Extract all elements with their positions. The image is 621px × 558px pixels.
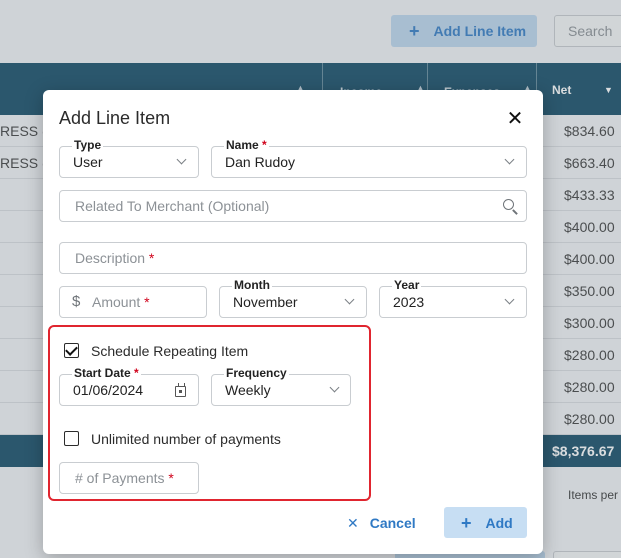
add-label: Add (485, 514, 513, 531)
name-select[interactable]: Name * Dan Rudoy (211, 138, 527, 178)
search-icon (503, 199, 514, 210)
close-icon: ✕ (347, 514, 359, 531)
merchant-search-input[interactable]: Related To Merchant (Optional) (59, 190, 527, 222)
dialog-title: Add Line Item (59, 108, 171, 128)
chevron-down-icon (504, 294, 515, 305)
cancel-button[interactable]: ✕ Cancel (339, 508, 419, 538)
month-value: November (233, 294, 298, 310)
chevron-down-icon (504, 154, 515, 165)
year-value: 2023 (393, 294, 425, 310)
chevron-down-icon (329, 382, 340, 393)
schedule-repeating-label: Schedule Repeating Item (91, 343, 249, 359)
start-date-label: Start Date * (72, 366, 141, 380)
number-of-payments-input[interactable]: # of Payments * (59, 462, 199, 494)
amount-placeholder: Amount * (92, 294, 150, 310)
unlimited-payments-label: Unlimited number of payments (91, 431, 281, 447)
add-line-item-dialog: Add Line Item ✕ Type User Name * Dan Rud… (43, 90, 543, 554)
frequency-label: Frequency (224, 366, 289, 380)
description-placeholder: Description * (75, 250, 155, 266)
start-date-input[interactable]: Start Date * 01/06/2024 (59, 366, 199, 406)
amount-input[interactable]: $ Amount * (59, 286, 207, 318)
frequency-select[interactable]: Frequency Weekly (211, 366, 351, 406)
dollar-icon: $ (72, 293, 81, 310)
type-value: User (73, 154, 103, 170)
unlimited-payments-checkbox[interactable] (64, 431, 79, 446)
merchant-placeholder: Related To Merchant (Optional) (75, 198, 270, 214)
name-label: Name * (224, 138, 269, 152)
year-select[interactable]: Year 2023 (379, 278, 527, 318)
month-select[interactable]: Month November (219, 278, 367, 318)
plus-icon: + (461, 512, 472, 533)
add-button[interactable]: + Add (444, 507, 527, 538)
type-select[interactable]: Type User (59, 138, 199, 178)
payments-placeholder: # of Payments * (75, 470, 174, 486)
type-label: Type (72, 138, 104, 152)
close-icon[interactable]: ✕ (505, 109, 525, 129)
chevron-down-icon (176, 154, 187, 165)
year-label: Year (392, 278, 422, 292)
calendar-icon[interactable] (175, 383, 186, 397)
start-date-value: 01/06/2024 (73, 382, 144, 398)
schedule-repeating-checkbox[interactable] (64, 343, 79, 358)
frequency-value: Weekly (225, 382, 271, 398)
month-label: Month (232, 278, 272, 292)
cancel-label: Cancel (369, 515, 416, 531)
name-value: Dan Rudoy (225, 154, 296, 170)
description-input[interactable]: Description * (59, 242, 527, 274)
chevron-down-icon (344, 294, 355, 305)
